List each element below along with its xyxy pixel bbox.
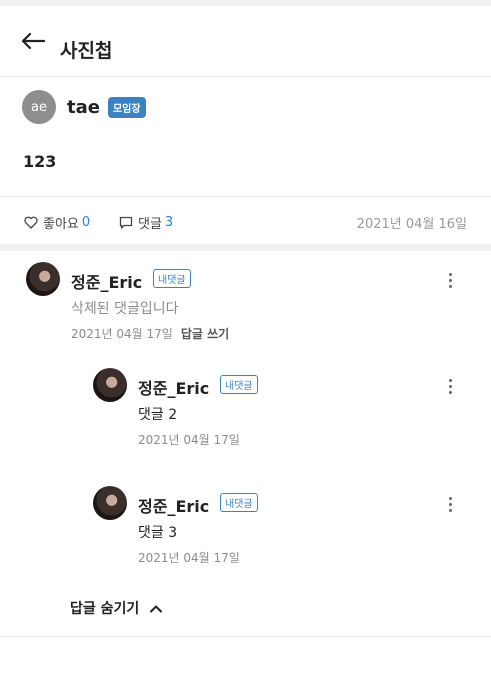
reply-item: 정준_Eric 내댓글 댓글 3 2021년 04월 17일 xyxy=(93,486,466,566)
comment-label: 댓글 xyxy=(138,217,162,232)
heart-icon xyxy=(24,216,38,229)
reply-button[interactable]: 답글 쓰기 xyxy=(181,327,229,341)
post-body: 123 xyxy=(23,152,57,171)
comment-icon xyxy=(119,216,133,229)
page-title: 사진첩 xyxy=(60,40,113,62)
comment-text: 댓글 3 xyxy=(138,525,178,541)
kebab-menu-icon[interactable] xyxy=(448,273,452,289)
hide-replies-button[interactable]: 답글 숨기기 xyxy=(70,598,163,618)
comment-text: 삭제된 댓글입니다 xyxy=(71,301,179,317)
comment-meta: 2021년 04월 17일 xyxy=(138,431,240,448)
post-author: ae tae 모임장 xyxy=(22,90,146,124)
avatar[interactable] xyxy=(93,368,127,402)
kebab-menu-icon[interactable] xyxy=(448,379,452,395)
comment-date: 2021년 04월 17일 xyxy=(138,433,240,447)
like-button[interactable]: 좋아요 0 xyxy=(24,213,90,232)
comment-date: 2021년 04월 17일 xyxy=(138,551,240,565)
my-comment-badge: 내댓글 xyxy=(220,375,258,394)
my-comment-badge: 내댓글 xyxy=(153,269,191,288)
avatar[interactable] xyxy=(93,486,127,520)
avatar[interactable]: ae xyxy=(22,90,56,124)
post-stats-bar: 좋아요 0 댓글 3 2021년 04월 16일 xyxy=(0,196,491,245)
comment-meta: 2021년 04월 17일 답글 쓰기 xyxy=(71,325,229,342)
like-label: 좋아요 xyxy=(43,217,79,232)
chevron-up-icon xyxy=(150,605,163,612)
comment-item: 정준_Eric 내댓글 삭제된 댓글입니다 2021년 04월 17일 답글 쓰기 xyxy=(26,262,466,352)
comment-meta: 2021년 04월 17일 xyxy=(138,549,240,566)
avatar[interactable] xyxy=(26,262,60,296)
section-divider xyxy=(0,244,491,251)
comment-author[interactable]: 정준_Eric xyxy=(71,269,142,293)
author-name[interactable]: tae xyxy=(67,97,100,118)
hide-replies-label: 답글 숨기기 xyxy=(70,601,140,617)
reply-item: 정준_Eric 내댓글 댓글 2 2021년 04월 17일 xyxy=(93,368,466,448)
leader-badge: 모임장 xyxy=(107,96,146,118)
kebab-menu-icon[interactable] xyxy=(448,497,452,513)
page-header: 사진첩 xyxy=(0,6,491,77)
comment-date: 2021년 04월 17일 xyxy=(71,327,173,341)
like-count: 0 xyxy=(81,215,91,230)
bottom-divider xyxy=(0,636,491,637)
comment-author[interactable]: 정준_Eric xyxy=(138,493,209,517)
comment-count: 3 xyxy=(164,215,174,230)
post-date: 2021년 04월 16일 xyxy=(356,217,467,232)
comment-author[interactable]: 정준_Eric xyxy=(138,375,209,399)
comment-text: 댓글 2 xyxy=(138,407,178,423)
my-comment-badge: 내댓글 xyxy=(220,493,258,512)
back-arrow-icon[interactable] xyxy=(20,31,46,51)
comment-button[interactable]: 댓글 3 xyxy=(119,213,173,232)
